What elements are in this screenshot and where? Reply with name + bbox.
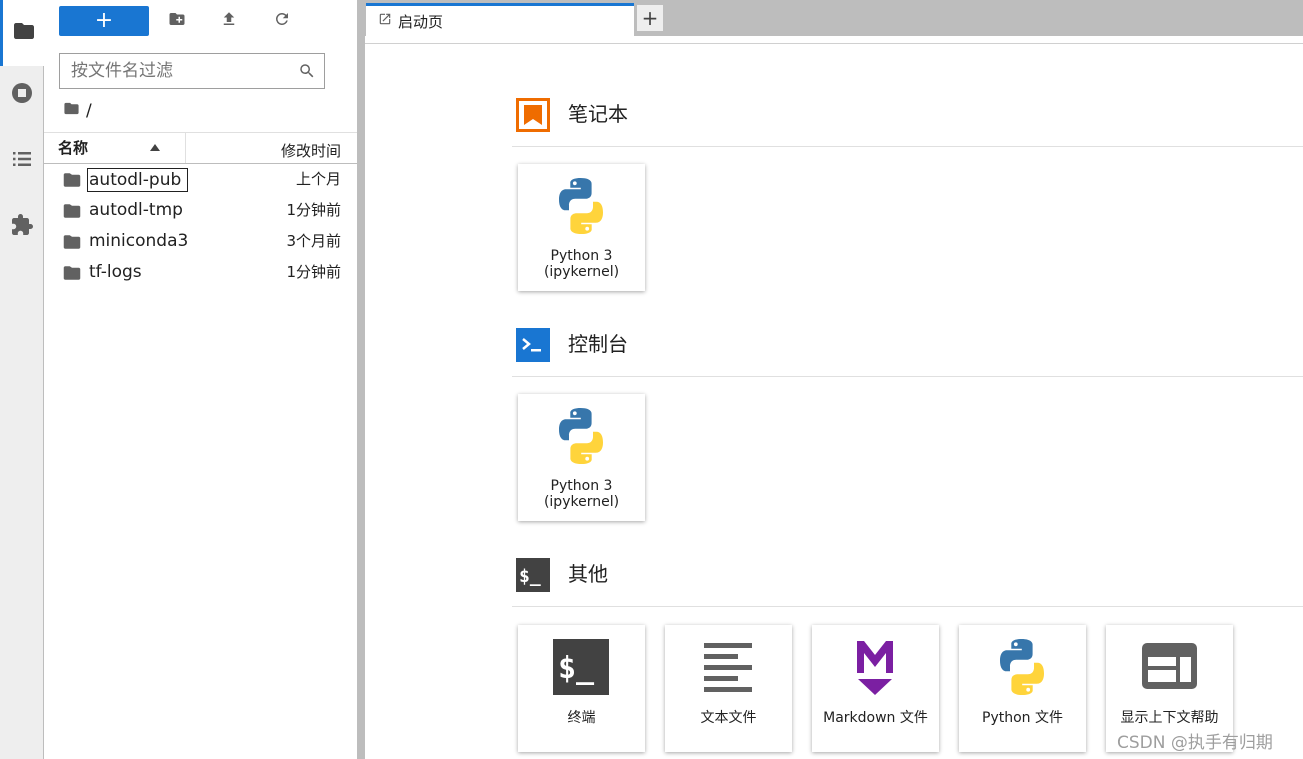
jupyterlab-app: + 按文件名过滤 / 名称 修改时间 autodl-pub 上个月 autodl… [0,0,1303,759]
plus-icon: + [94,8,114,33]
notebook-section-header: 笔记本 [512,95,1303,147]
listing-header: 名称 修改时间 [44,132,357,164]
terminal-icon: $_ [553,639,609,695]
kernel-spec: (ipykernel) [543,264,620,280]
modified-column-header[interactable]: 修改时间 [281,133,341,163]
file-modified: 上个月 [295,170,341,188]
console-python3-card[interactable]: Python 3 (ipykernel) [518,394,645,521]
file-browser-panel: + 按文件名过滤 / 名称 修改时间 autodl-pub 上个月 autodl… [44,0,357,759]
markdown-icon [847,637,903,697]
running-sessions-tab[interactable] [0,62,44,128]
new-folder-icon [168,10,186,32]
file-modified: 1分钟前 [286,263,341,281]
name-column-label: 名称 [58,139,89,157]
list-icon [10,147,34,175]
puzzle-icon [10,213,34,241]
folder-icon [63,172,81,188]
card-label: 显示上下文帮助 [1120,710,1219,726]
sort-ascending-icon [150,144,160,151]
tab-launcher[interactable]: 启动页 [366,3,634,36]
file-row[interactable]: miniconda3 3个月前 [44,226,357,257]
file-name[interactable]: miniconda3 [89,230,188,254]
python-icon [990,635,1054,699]
markdown-file-card[interactable]: Markdown 文件 [812,625,939,752]
python-icon [549,404,613,468]
new-launcher-button[interactable]: + [59,6,149,36]
tab-label: 启动页 [398,12,444,31]
new-folder-button[interactable] [164,9,190,33]
name-column-header[interactable]: 名称 [44,133,186,163]
kernel-name: Python 3 [550,478,613,494]
card-label: Python 3 (ipykernel) [518,478,645,510]
tab-divider [365,36,1303,44]
text-file-card[interactable]: 文本文件 [665,625,792,752]
context-help-icon [1142,643,1197,689]
card-label: 终端 [567,710,596,726]
search-icon [298,62,316,80]
folder-icon [63,203,81,219]
filter-box [59,53,325,89]
terminal-card[interactable]: $_ 终端 [518,625,645,752]
main-dock-area: 启动页 + 笔记本 Python 3 (ipykernel) 控制台 Pytho… [365,0,1303,759]
upload-icon [220,10,238,32]
file-browser-toolbar: + [44,0,357,44]
table-of-contents-tab[interactable] [0,128,44,194]
panel-splitter[interactable] [357,0,365,759]
kernel-name: Python 3 [550,248,613,264]
python-file-card[interactable]: Python 文件 [959,625,1086,752]
file-name[interactable]: autodl-tmp [89,199,183,223]
extension-manager-tab[interactable] [0,194,44,260]
refresh-button[interactable] [269,9,295,33]
filter-input[interactable] [60,54,290,88]
launch-icon [378,12,398,30]
terminal-section-icon: $_ [516,558,550,592]
file-name[interactable]: autodl-pub [87,168,188,192]
modified-column-label: 修改时间 [280,142,341,160]
file-browser-tab[interactable] [0,0,44,66]
folder-icon [12,19,36,47]
file-row[interactable]: autodl-pub 上个月 [44,164,357,195]
folder-icon [63,234,81,250]
card-label: Python 文件 [982,710,1063,726]
breadcrumb: / [63,100,92,122]
breadcrumb-path[interactable]: / [86,101,92,121]
console-icon [516,328,550,362]
activity-bar [0,0,44,759]
refresh-icon [273,10,291,32]
notebook-icon [516,98,550,132]
add-tab-button[interactable]: + [636,4,664,32]
tab-bar: 启动页 + [365,0,1303,36]
file-modified: 3个月前 [286,232,341,250]
svg-text:$_: $_ [558,651,595,686]
upload-button[interactable] [216,9,242,33]
notebook-python3-card[interactable]: Python 3 (ipykernel) [518,164,645,291]
stop-circle-icon [10,81,34,109]
section-title: 笔记本 [568,102,628,126]
kernel-spec: (ipykernel) [543,494,620,510]
file-name[interactable]: tf-logs [89,261,142,285]
watermark: CSDN @执手有归期 [1117,733,1273,753]
card-label: Python 3 (ipykernel) [518,248,645,280]
file-row[interactable]: tf-logs 1分钟前 [44,257,357,288]
section-title: 其他 [568,562,608,586]
home-folder-icon[interactable] [63,100,86,122]
python-icon [549,174,613,238]
plus-icon: + [641,6,659,30]
other-section-header: $_ 其他 [512,555,1303,607]
section-title: 控制台 [568,332,628,356]
text-file-icon [700,639,756,695]
card-label: Markdown 文件 [823,710,928,726]
console-section-header: 控制台 [512,325,1303,377]
svg-text:$_: $_ [519,566,541,587]
folder-icon [63,265,81,281]
file-modified: 1分钟前 [286,201,341,219]
card-label: 文本文件 [700,710,757,726]
file-row[interactable]: autodl-tmp 1分钟前 [44,195,357,226]
